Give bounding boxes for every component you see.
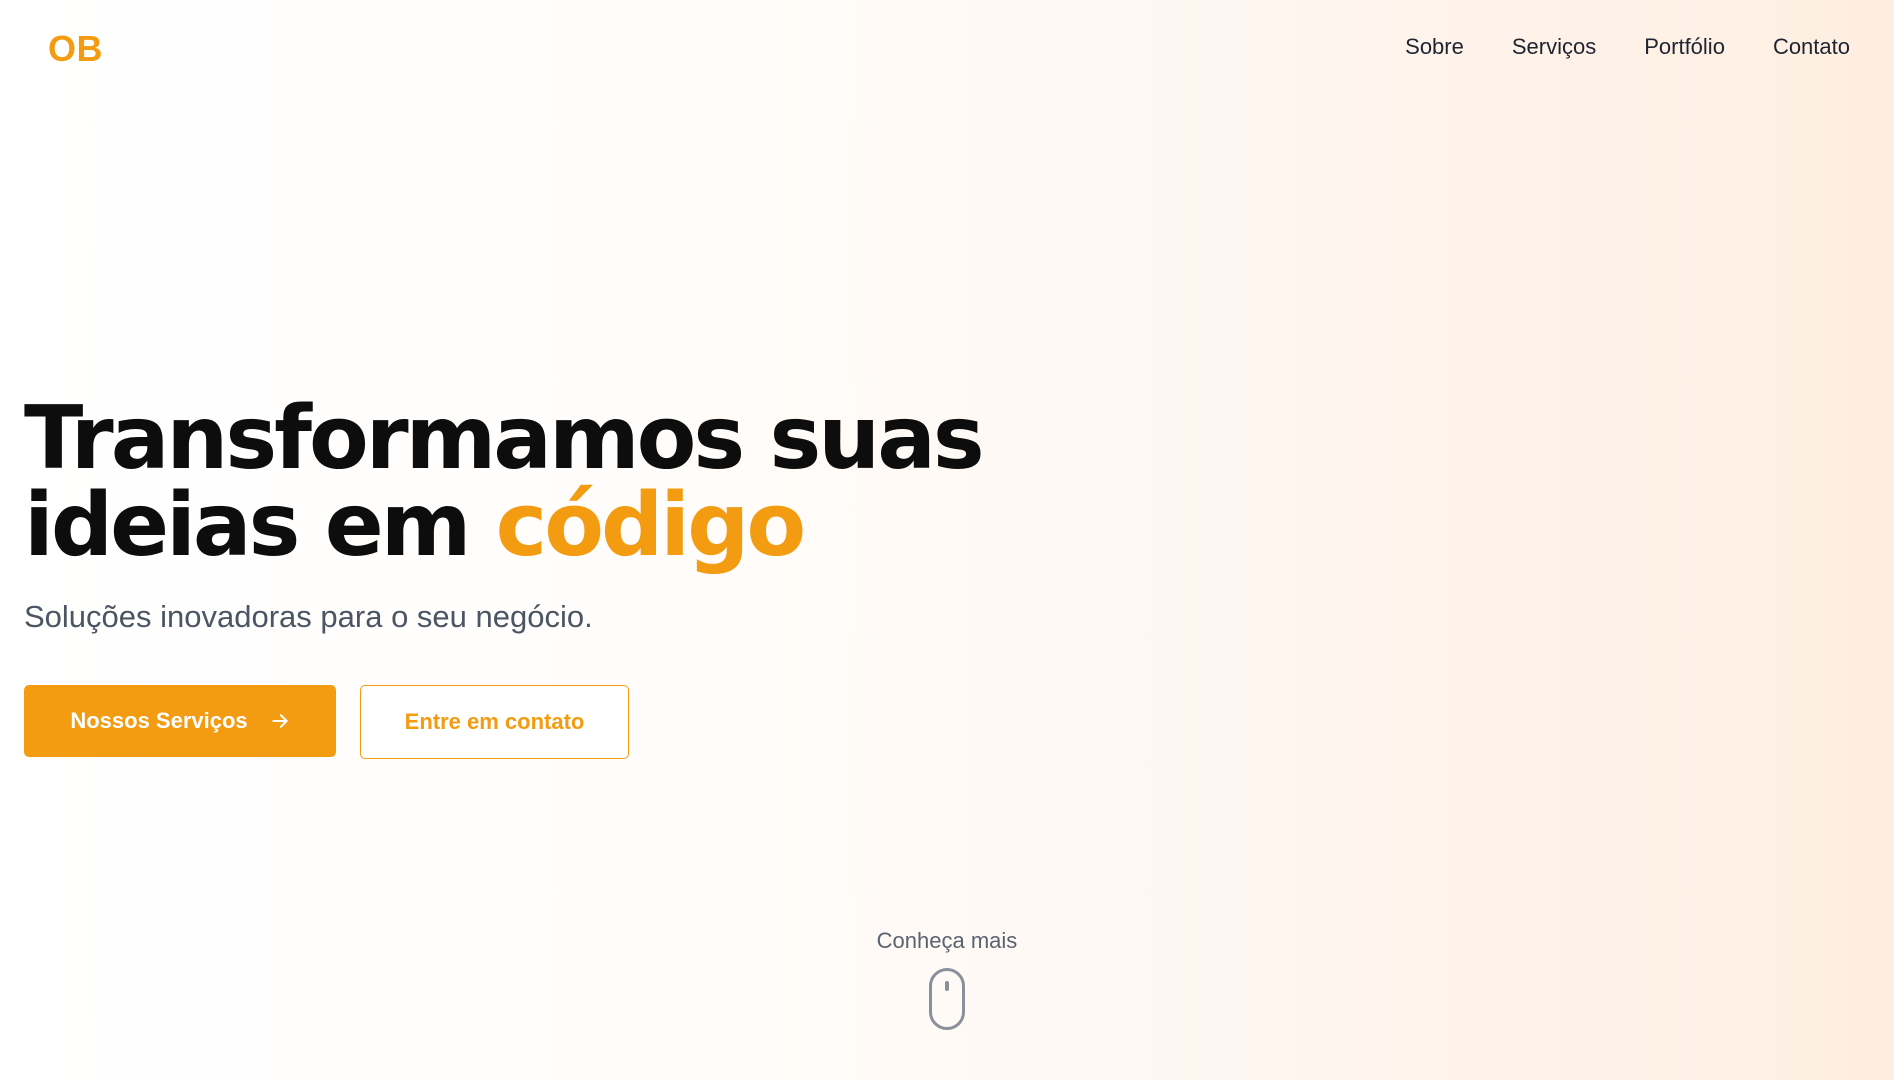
nav-link-sobre[interactable]: Sobre — [1405, 34, 1464, 60]
cta-row: Nossos Serviços Entre em contato — [24, 685, 1224, 759]
nav-links: Sobre Serviços Portfólio Contato — [1405, 34, 1850, 60]
entre-em-contato-button[interactable]: Entre em contato — [360, 685, 629, 759]
nossos-servicos-label: Nossos Serviços — [70, 708, 248, 733]
nossos-servicos-button[interactable]: Nossos Serviços — [24, 685, 336, 757]
hero-title-line2-prefix: ideias em — [24, 474, 496, 576]
hero-subtitle: Soluções inovadoras para o seu negócio. — [24, 599, 593, 634]
scroll-cue[interactable]: Conheça mais — [0, 928, 1894, 1030]
mouse-icon — [929, 968, 965, 1030]
navbar: OB Sobre Serviços Portfólio Contato — [0, 0, 1894, 96]
arrow-right-icon — [271, 714, 288, 728]
nav-link-portfolio[interactable]: Portfólio — [1644, 34, 1725, 60]
nav-link-servicos[interactable]: Serviços — [1512, 34, 1596, 60]
hero-title-accent: código — [495, 474, 806, 576]
scroll-cue-label: Conheça mais — [876, 928, 1018, 953]
hero-title: Transformamos suas ideias em código — [24, 395, 1224, 569]
nav-link-contato[interactable]: Contato — [1773, 34, 1850, 60]
hero-section: Transformamos suas ideias em código Solu… — [24, 395, 1224, 759]
logo[interactable]: OB — [48, 28, 103, 70]
